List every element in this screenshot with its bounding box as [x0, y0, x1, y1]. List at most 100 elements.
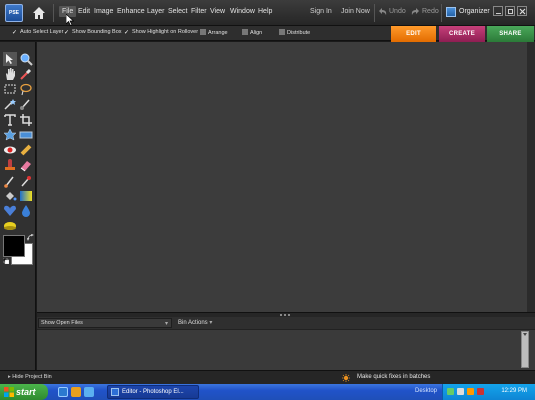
os-taskbar: start Editor - Photoshop El... Desktop 1…: [0, 384, 535, 400]
sun-icon: [342, 374, 350, 382]
volume-icon[interactable]: [457, 388, 464, 395]
close-icon: [519, 8, 526, 15]
network-icon[interactable]: [447, 388, 454, 395]
quick-fix-batch-link[interactable]: Make quick fixes in batches: [357, 374, 430, 380]
clone-stamp-tool-icon[interactable]: [3, 158, 17, 172]
smart-brush-tool-icon[interactable]: [19, 174, 33, 188]
align-button[interactable]: Align: [242, 29, 262, 36]
marquee-tool-icon[interactable]: [3, 82, 17, 96]
join-now-link[interactable]: Join Now: [341, 8, 370, 15]
arrange-button[interactable]: Arrange: [200, 29, 228, 36]
show-desktop-icon[interactable]: [84, 387, 94, 397]
security-icon[interactable]: [467, 388, 474, 395]
chevron-down-icon: ▾: [209, 320, 213, 326]
tab-edit[interactable]: EDIT: [391, 26, 436, 42]
media-player-icon[interactable]: [71, 387, 81, 397]
antivirus-icon[interactable]: [477, 388, 484, 395]
checkmark-icon: ✓: [124, 30, 130, 36]
menu-window[interactable]: Window: [230, 8, 255, 15]
tab-share[interactable]: SHARE: [487, 26, 534, 42]
menu-view[interactable]: View: [210, 8, 225, 15]
align-label: Align: [250, 30, 263, 36]
lasso-tool-icon[interactable]: [19, 82, 33, 96]
cookie-cutter-tool-icon[interactable]: [3, 128, 17, 142]
sponge-tool-icon[interactable]: [3, 219, 17, 233]
mouse-cursor-icon: [66, 14, 74, 26]
undo-button[interactable]: Undo: [389, 8, 406, 15]
redo-icon[interactable]: [411, 8, 420, 16]
menu-select[interactable]: Select: [168, 8, 187, 15]
custom-shape-tool-icon[interactable]: [3, 204, 17, 218]
menu-edit[interactable]: Edit: [78, 8, 90, 15]
foreground-color-swatch[interactable]: [3, 235, 25, 257]
menu-bar: PSE File Edit Image Enhance Layer Select…: [0, 0, 535, 26]
default-colors-icon[interactable]: [3, 258, 9, 264]
start-button[interactable]: start: [0, 384, 48, 400]
hide-project-bin-toggle[interactable]: ▸ Hide Project Bin: [8, 374, 52, 380]
align-icon: [242, 29, 248, 35]
menu-separator: [53, 4, 54, 22]
desktop-toolbar-label[interactable]: Desktop: [415, 388, 437, 394]
move-tool-icon[interactable]: [3, 52, 17, 66]
toolbox: [0, 42, 36, 370]
show-files-dropdown[interactable]: Show Open Files ▾: [38, 318, 172, 328]
photoshop-elements-icon: [111, 388, 119, 396]
brush-tool-icon[interactable]: [3, 174, 17, 188]
taskbar-photoshop-elements[interactable]: Editor - Photoshop El...: [107, 385, 199, 399]
menu-layer[interactable]: Layer: [147, 8, 165, 15]
blur-tool-icon[interactable]: [19, 204, 33, 218]
project-bin-scrollbar[interactable]: [521, 331, 529, 368]
red-eye-tool-icon[interactable]: [3, 143, 17, 157]
distribute-button[interactable]: Distribute: [279, 29, 310, 36]
menu-filter[interactable]: Filter: [191, 8, 207, 15]
type-tool-icon[interactable]: [3, 113, 17, 127]
distribute-label: Distribute: [287, 30, 311, 36]
home-icon[interactable]: [30, 4, 48, 22]
hand-tool-icon[interactable]: [3, 67, 17, 81]
auto-select-layer-checkbox[interactable]: ✓ Auto Select Layer: [12, 29, 63, 36]
organizer-icon[interactable]: [446, 7, 456, 17]
project-bin-area[interactable]: [37, 329, 535, 370]
sign-in-link[interactable]: Sign In: [310, 8, 332, 15]
distribute-icon: [279, 29, 285, 35]
minimize-button[interactable]: [493, 6, 503, 16]
app-logo: PSE: [5, 4, 23, 22]
tab-create[interactable]: CREATE: [439, 26, 485, 42]
show-files-dropdown-value: Show Open Files: [41, 320, 83, 326]
magic-wand-tool-icon[interactable]: [3, 97, 17, 111]
checkmark-icon: ✓: [64, 30, 70, 36]
arrange-label: Arrange: [208, 30, 228, 36]
crop-tool-icon[interactable]: [19, 113, 33, 127]
eyedropper-tool-icon[interactable]: [19, 67, 33, 81]
show-highlight-label: Show Highlight on Rollover: [132, 29, 199, 35]
taskbar-task-label: Editor - Photoshop El...: [122, 389, 184, 395]
start-label: start: [16, 387, 36, 397]
show-bounding-box-checkbox[interactable]: ✓ Show Bounding Box: [64, 29, 122, 36]
hide-project-bin-label: Hide Project Bin: [12, 374, 52, 380]
selection-brush-tool-icon[interactable]: [19, 97, 33, 111]
menu-image[interactable]: Image: [94, 8, 113, 15]
canvas-side-strip: [527, 42, 535, 312]
zoom-tool-icon[interactable]: [19, 52, 33, 66]
menu-help[interactable]: Help: [258, 8, 272, 15]
bin-actions-menu[interactable]: Bin Actions ▾: [178, 319, 212, 326]
menu-enhance[interactable]: Enhance: [117, 8, 145, 15]
canvas-area[interactable]: [37, 42, 535, 312]
restore-button[interactable]: [505, 6, 515, 16]
straighten-tool-icon[interactable]: [19, 128, 33, 142]
show-highlight-checkbox[interactable]: ✓ Show Highlight on Rollover: [124, 29, 198, 36]
organizer-button[interactable]: Organizer: [459, 8, 490, 15]
paint-bucket-tool-icon[interactable]: [3, 189, 17, 203]
show-bounding-box-label: Show Bounding Box: [72, 29, 122, 35]
chevron-down-icon: ▾: [164, 321, 168, 327]
spot-healing-tool-icon[interactable]: [19, 143, 33, 157]
eraser-tool-icon[interactable]: [19, 158, 33, 172]
gradient-tool-icon[interactable]: [19, 189, 33, 203]
undo-icon[interactable]: [378, 8, 387, 16]
internet-explorer-icon[interactable]: [58, 387, 68, 397]
close-button[interactable]: [517, 6, 527, 16]
swap-colors-icon[interactable]: [27, 234, 34, 241]
system-tray: 12:29 PM: [442, 384, 535, 400]
menu-separator: [374, 4, 375, 22]
redo-button[interactable]: Redo: [422, 8, 439, 15]
